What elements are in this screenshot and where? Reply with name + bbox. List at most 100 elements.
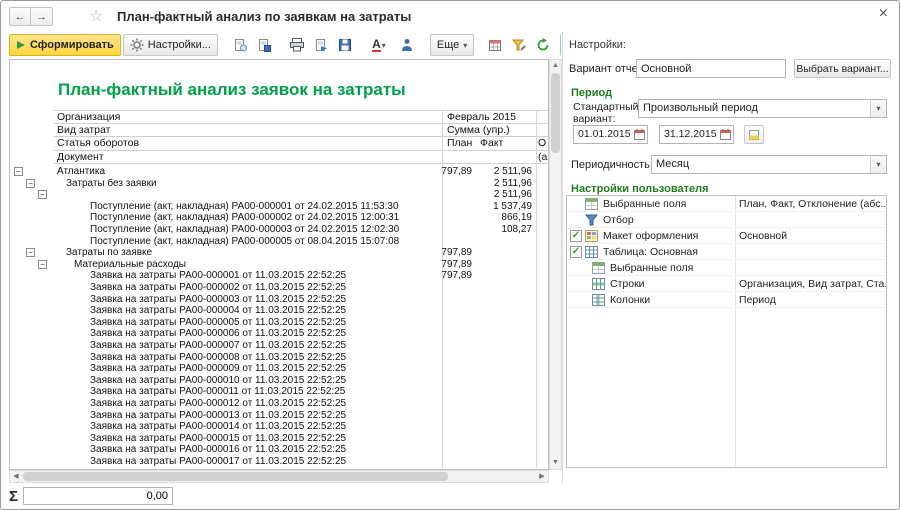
scroll-down-icon[interactable]: ▼ <box>550 457 561 469</box>
footer-sum-input[interactable]: 0,00 <box>23 487 173 505</box>
report-area: План-фактный анализ заявок на затраты Ор… <box>9 59 562 483</box>
report-row[interactable]: Заявка на затраты РА00-000017 от 11.03.2… <box>10 456 548 468</box>
tree-collapse-icon[interactable]: − <box>14 167 23 176</box>
export-button[interactable] <box>310 34 332 56</box>
change-variant-button[interactable] <box>230 34 252 56</box>
close-icon[interactable]: × <box>879 5 888 23</box>
period-section-title: Период <box>571 87 612 99</box>
scroll-left-icon[interactable]: ◀ <box>10 471 22 482</box>
report-row[interactable]: Заявка на затраты РА00-000014 от 11.03.2… <box>10 421 548 433</box>
app-window: ← → ☆ План-фактный анализ по заявкам на … <box>0 0 900 510</box>
report-row[interactable]: Заявка на затраты РА00-000006 от 11.03.2… <box>10 328 548 340</box>
save-button[interactable] <box>334 34 356 56</box>
save-variant-button[interactable] <box>254 34 276 56</box>
report-row[interactable]: Заявка на затраты РА00-000010 от 11.03.2… <box>10 375 548 387</box>
user-setting-row[interactable]: Отбор <box>567 212 886 228</box>
report-row[interactable]: Заявка на затраты РА00-000009 от 11.03.2… <box>10 363 548 375</box>
user-setting-row[interactable]: КолонкиПериод <box>567 292 886 308</box>
header-label: Вид затрат <box>57 124 110 137</box>
settings-button[interactable]: Настройки... <box>123 34 218 56</box>
columns-icon <box>592 294 606 306</box>
report-row[interactable]: −Затраты без заявки2 511,96 <box>10 178 548 190</box>
filter-edit-button[interactable] <box>508 34 530 56</box>
tree-collapse-icon[interactable]: − <box>38 260 47 269</box>
header-label: Статья оборотов <box>57 137 139 150</box>
report-row[interactable]: Поступление (акт, накладная) РА00-000002… <box>10 212 548 224</box>
report-row[interactable]: Заявка на затраты РА00-000003 от 11.03.2… <box>10 294 548 306</box>
report-row[interactable]: Поступление (акт, накладная) РА00-000001… <box>10 201 548 213</box>
user-setting-row[interactable]: СтрокиОрганизация, Вид затрат, Ста... <box>567 276 886 292</box>
report-row[interactable]: Заявка на затраты РА00-000007 от 11.03.2… <box>10 340 548 352</box>
report-row-text: Заявка на затраты РА00-000009 от 11.03.2… <box>90 363 346 375</box>
setting-checkbox[interactable]: ✓ <box>570 230 582 242</box>
scrollbar-thumb[interactable] <box>551 73 560 153</box>
report-row-text: Заявка на затраты РА00-000007 от 11.03.2… <box>90 340 346 352</box>
period-pick-button[interactable] <box>744 125 764 144</box>
report-row-text: Заявка на затраты РА00-000006 от 11.03.2… <box>90 328 346 340</box>
chevron-down-icon[interactable]: ▾ <box>870 156 886 173</box>
user-setting-row[interactable]: Выбранные поля <box>567 260 886 276</box>
report-row[interactable]: −Затраты по заявке797,89 <box>10 247 548 259</box>
period-start-input[interactable]: 01.01.2015 <box>573 125 648 144</box>
report-variant-input[interactable]: Основной <box>636 59 786 78</box>
scrollbar-thumb[interactable] <box>23 472 448 481</box>
scroll-right-icon[interactable]: ▶ <box>536 471 548 482</box>
person-button[interactable] <box>396 34 418 56</box>
choose-variant-button[interactable]: Выбрать вариант... <box>794 59 891 78</box>
refresh-button[interactable] <box>532 34 554 56</box>
period-end-value: 31.12.2015 <box>664 126 717 143</box>
setting-value: Период <box>739 294 776 306</box>
report-row[interactable]: Заявка на затраты РА00-000005 от 11.03.2… <box>10 317 548 329</box>
favorite-star-icon[interactable]: ☆ <box>89 6 103 26</box>
report-row[interactable]: Заявка на затраты РА00-000011 от 11.03.2… <box>10 386 548 398</box>
setting-checkbox[interactable]: ✓ <box>570 246 582 258</box>
vertical-scrollbar[interactable]: ▲ ▼ <box>549 59 562 470</box>
report-row[interactable]: Заявка на затраты РА00-000016 от 11.03.2… <box>10 444 548 456</box>
settings-panel-toggle[interactable] <box>560 34 561 56</box>
font-color-button[interactable]: A ▾ <box>364 34 394 56</box>
report-row[interactable]: Заявка на затраты РА00-000001 от 11.03.2… <box>10 270 548 282</box>
report-row[interactable]: Поступление (акт, накладная) РА00-000005… <box>10 236 548 248</box>
periodicity-value: Месяц <box>656 156 689 173</box>
report-row-text: Поступление (акт, накладная) РА00-000003… <box>90 224 399 236</box>
tree-collapse-icon[interactable]: − <box>26 248 35 257</box>
user-setting-row[interactable]: ✓Макет оформленияОсновной <box>567 228 886 244</box>
tree-collapse-icon[interactable]: − <box>26 179 35 188</box>
report-row[interactable]: Заявка на затраты РА00-000008 от 11.03.2… <box>10 352 548 364</box>
header-fact: Факт <box>480 137 503 150</box>
period-end-input[interactable]: 31.12.2015 <box>659 125 734 144</box>
report-row[interactable]: Заявка на затраты РА00-000004 от 11.03.2… <box>10 305 548 317</box>
play-icon <box>16 40 26 50</box>
report-row[interactable]: −Материальные расходы797,89 <box>10 259 548 271</box>
calendar-icon[interactable] <box>633 128 646 144</box>
horizontal-scrollbar[interactable]: ◀ ▶ <box>9 470 549 483</box>
scroll-up-icon[interactable]: ▲ <box>550 60 561 72</box>
chevron-down-icon[interactable]: ▾ <box>870 100 886 117</box>
more-label: Еще <box>437 39 459 51</box>
report-row[interactable]: Поступление (акт, накладная) РА00-000003… <box>10 224 548 236</box>
standard-period-select[interactable]: Произвольный период ▾ <box>638 99 887 118</box>
report-header-row: Статья оборотов План Факт О <box>54 137 548 151</box>
report-row[interactable]: −Атлантика797,892 511,96 <box>10 166 548 178</box>
more-button[interactable]: Еще ▾ <box>430 34 474 56</box>
report-row[interactable]: −2 511,96 <box>10 189 548 201</box>
setting-name: Отбор <box>603 214 634 226</box>
periodicity-select[interactable]: Месяц ▾ <box>651 155 887 174</box>
person-icon <box>401 38 413 52</box>
period-start-value: 01.01.2015 <box>578 126 631 143</box>
table-settings-button[interactable] <box>484 34 506 56</box>
print-button[interactable] <box>286 34 308 56</box>
user-setting-row[interactable]: Выбранные поляПлан, Факт, Отклонение (аб… <box>567 196 886 212</box>
generate-button[interactable]: Сформировать <box>9 34 121 56</box>
report-row[interactable]: Заявка на затраты РА00-000012 от 11.03.2… <box>10 398 548 410</box>
report-row[interactable]: Заявка на затраты РА00-000015 от 11.03.2… <box>10 433 548 445</box>
report-row[interactable]: Заявка на затраты РА00-000002 от 11.03.2… <box>10 282 548 294</box>
back-button[interactable]: ← <box>9 7 31 26</box>
calendar-icon[interactable] <box>719 128 732 144</box>
user-setting-row[interactable]: ✓Таблица: Основная <box>567 244 886 260</box>
report-spreadsheet[interactable]: План-фактный анализ заявок на затраты Ор… <box>9 59 549 470</box>
report-row[interactable]: Заявка на затраты РА00-000013 от 11.03.2… <box>10 410 548 422</box>
tree-collapse-icon[interactable]: − <box>38 190 47 199</box>
user-settings-list[interactable]: Выбранные поляПлан, Факт, Отклонение (аб… <box>566 195 887 468</box>
forward-button[interactable]: → <box>31 7 53 26</box>
